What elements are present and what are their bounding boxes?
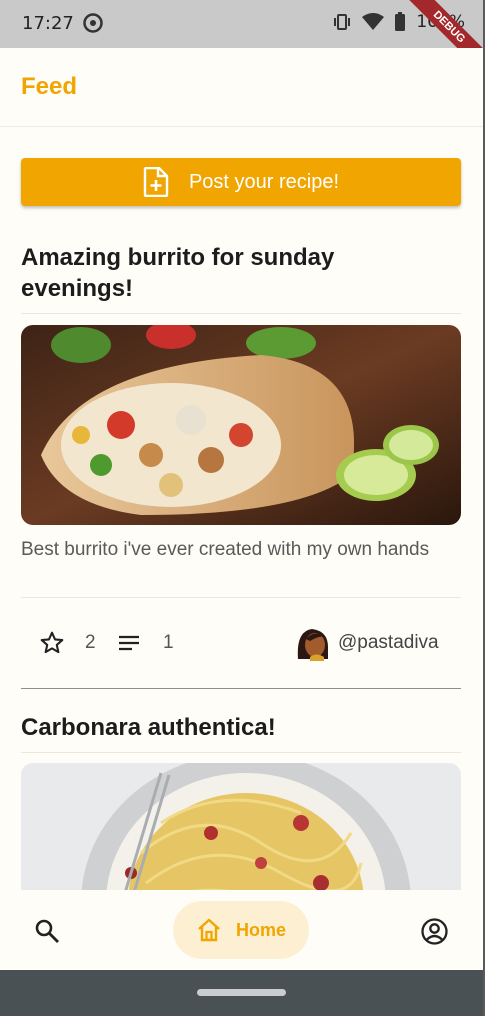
vibrate-icon: [334, 14, 351, 30]
divider: [21, 752, 461, 753]
home-gesture-handle[interactable]: [197, 989, 286, 996]
feed-list[interactable]: Post your recipe! Amazing burrito for su…: [0, 127, 485, 890]
nav-home[interactable]: Home: [173, 901, 309, 959]
add-document-icon: [143, 167, 169, 197]
recipe-image-burrito[interactable]: [21, 325, 461, 525]
bottom-navigation: Home: [0, 890, 485, 970]
star-icon[interactable]: [39, 630, 65, 656]
post-recipe-label: Post your recipe!: [188, 170, 340, 193]
page-title: Feed: [21, 73, 78, 100]
post-recipe-button[interactable]: Post your recipe!: [21, 158, 461, 206]
recipe-image-carbonara[interactable]: [21, 763, 461, 890]
do-not-disturb-icon: [83, 13, 103, 33]
recipe-title[interactable]: Amazing burrito for sunday evenings!: [21, 242, 441, 304]
system-navigation-bar: [0, 970, 485, 1016]
account-icon[interactable]: [421, 918, 448, 945]
star-count: 2: [85, 632, 96, 653]
comment-count: 1: [163, 632, 174, 653]
recipe-title[interactable]: Carbonara authentica!: [21, 712, 451, 743]
wifi-icon: [362, 13, 385, 30]
divider: [21, 313, 461, 314]
home-icon: [198, 918, 220, 942]
comments-icon[interactable]: [118, 632, 140, 654]
recipe-description: Best burrito i've ever created with my o…: [21, 539, 430, 560]
recipe-actions: 2 1 @pastadiva: [21, 620, 461, 668]
card-separator: [21, 688, 461, 689]
author-avatar[interactable]: [294, 625, 330, 661]
divider: [21, 597, 461, 598]
nav-home-label: Home: [235, 919, 286, 940]
author-username[interactable]: @pastadiva: [338, 632, 439, 654]
app-bar: Feed: [0, 48, 485, 127]
status-time: 17:27: [22, 13, 74, 34]
search-icon[interactable]: [34, 918, 60, 944]
